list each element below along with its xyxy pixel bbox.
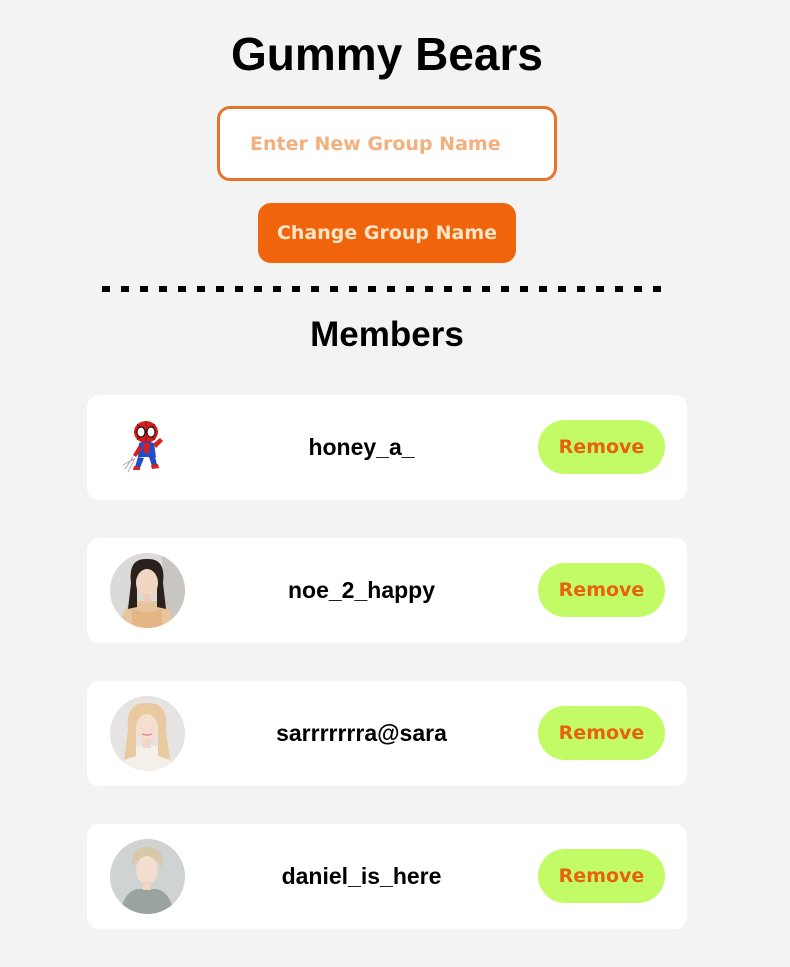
member-avatar [110, 696, 185, 771]
spiderman-avatar-icon [110, 410, 185, 485]
change-group-name-button[interactable]: Change Group Name [258, 203, 516, 263]
members-heading: Members [310, 315, 464, 354]
remove-member-button[interactable]: Remove [538, 706, 665, 760]
member-username: daniel_is_here [281, 863, 442, 889]
remove-member-button[interactable]: Remove [538, 849, 665, 903]
member-username: honey_a_ [308, 434, 415, 460]
member-card: daniel_is_here Remove [87, 824, 687, 929]
member-card: honey_a_ Remove [87, 395, 687, 500]
member-card: noe_2_happy Remove [87, 538, 687, 643]
member-username: sarrrrrrra@sara [276, 720, 447, 746]
remove-member-button[interactable]: Remove [538, 420, 665, 474]
member-avatar [110, 553, 185, 628]
group-name-input[interactable] [217, 106, 557, 181]
dotted-divider [102, 286, 672, 292]
member-avatar [110, 839, 185, 914]
group-title: Gummy Bears [231, 28, 543, 80]
member-card: sarrrrrrra@sara Remove [87, 681, 687, 786]
member-username: noe_2_happy [288, 577, 435, 603]
remove-member-button[interactable]: Remove [538, 563, 665, 617]
member-list: honey_a_ Remove noe_2_happy Remove sarrr… [87, 395, 687, 967]
